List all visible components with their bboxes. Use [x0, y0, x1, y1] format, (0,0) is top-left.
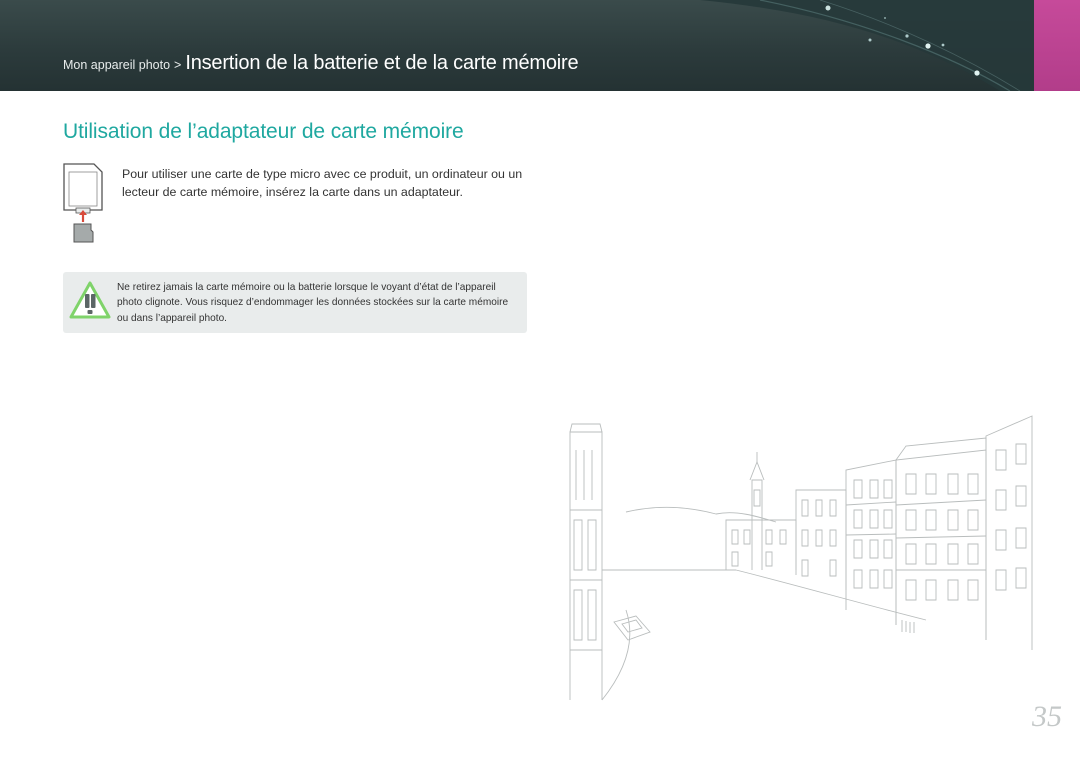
breadcrumb-separator: > [174, 58, 182, 72]
breadcrumb-parent[interactable]: Mon appareil photo [63, 58, 170, 72]
breadcrumb: Mon appareil photo > Insertion de la bat… [63, 52, 579, 82]
breadcrumb-current: Insertion de la batterie et de la carte … [185, 52, 579, 74]
body-paragraph: Pour utiliser une carte de type micro av… [122, 167, 523, 199]
warning-text: Ne retirez jamais la carte mémoire ou la… [117, 282, 509, 324]
memory-card-adapter-icon [63, 163, 103, 243]
header-banner: Mon appareil photo > Insertion de la bat… [0, 0, 1080, 91]
warning-triangle-icon [69, 281, 111, 319]
page-number: 35 [1032, 700, 1062, 733]
chapter-tab[interactable] [1034, 0, 1080, 91]
warning-box: Ne retirez jamais la carte mémoire ou la… [63, 272, 527, 333]
section-title: Utilisation de l’adaptateur de carte mém… [63, 120, 464, 143]
city-canal-sketch [569, 415, 1033, 701]
